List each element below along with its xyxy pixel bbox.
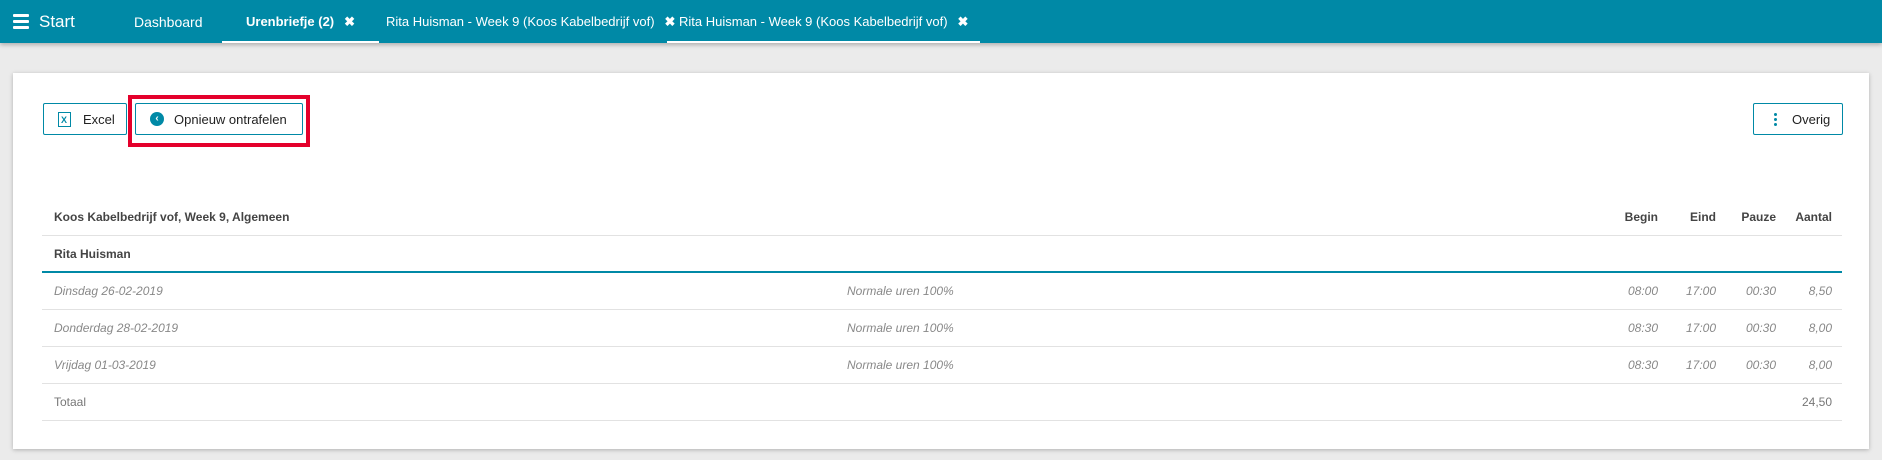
excel-button-label: Excel	[83, 111, 115, 127]
row-begin: 08:00	[1627, 284, 1658, 298]
row-day: Donderdag 28-02-2019	[54, 321, 179, 335]
tab-rita-huisman-week9-b[interactable]: Rita Huisman - Week 9 (Koos Kabelbedrijf…	[667, 0, 981, 43]
close-icon[interactable]: ✖	[958, 14, 969, 30]
column-end: Eind	[1690, 210, 1716, 224]
row-day: Dinsdag 26-02-2019	[54, 284, 163, 298]
excel-file-icon	[58, 111, 71, 127]
row-pause: 00:30	[1745, 284, 1776, 298]
tab-underline	[667, 41, 981, 43]
content-card: Excel ‹ Opnieuw ontrafelen Overig Koos K…	[13, 73, 1869, 449]
table-header-row: Koos Kabelbedrijf vof, Week 9, Algemeen …	[42, 199, 1842, 236]
row-pause: 00:30	[1745, 358, 1776, 372]
row-hour-type: Normale uren 100%	[847, 284, 954, 298]
row-end: 17:00	[1685, 358, 1716, 372]
row-end: 17:00	[1685, 284, 1716, 298]
row-hour-type: Normale uren 100%	[847, 321, 954, 335]
start-label: Start	[39, 11, 75, 31]
more-button-label: Overig	[1792, 111, 1831, 127]
total-value: 24,50	[1801, 395, 1832, 409]
start-menu-button[interactable]: Start	[13, 0, 75, 43]
top-navigation-bar: Start Dashboard Urenbriefje (2) ✖ Rita H…	[0, 0, 1882, 43]
reunravel-button-label: Opnieuw ontrafelen	[174, 111, 287, 127]
tab-label: Urenbriefje (2)	[246, 14, 335, 29]
row-count: 8,50	[1808, 284, 1832, 298]
table-row[interactable]: Donderdag 28-02-2019 Normale uren 100% 0…	[42, 310, 1842, 347]
more-vertical-icon	[1774, 111, 1778, 128]
group-header-row: Rita Huisman	[42, 236, 1842, 273]
back-circle-icon: ‹	[150, 112, 164, 126]
close-icon[interactable]: ✖	[344, 14, 355, 30]
total-row: Totaal 24,50	[42, 384, 1842, 421]
tab-label: Dashboard	[134, 13, 203, 30]
reunravel-button[interactable]: ‹ Opnieuw ontrafelen	[135, 103, 303, 135]
row-hour-type: Normale uren 100%	[847, 358, 954, 372]
row-count: 8,00	[1808, 358, 1832, 372]
row-day: Vrijdag 01-03-2019	[54, 358, 156, 372]
table-row[interactable]: Dinsdag 26-02-2019 Normale uren 100% 08:…	[42, 273, 1842, 310]
more-button[interactable]: Overig	[1753, 103, 1843, 135]
total-label: Totaal	[54, 395, 87, 409]
tab-underline	[222, 41, 380, 43]
tab-urenbriefje[interactable]: Urenbriefje (2) ✖	[222, 0, 380, 43]
group-name: Rita Huisman	[54, 247, 131, 261]
column-pause: Pauze	[1741, 210, 1776, 224]
column-begin: Begin	[1624, 210, 1658, 224]
row-begin: 08:30	[1627, 321, 1658, 335]
hamburger-menu-icon[interactable]	[13, 11, 29, 32]
table-title: Koos Kabelbedrijf vof, Week 9, Algemeen	[54, 210, 290, 224]
row-pause: 00:30	[1745, 321, 1776, 335]
excel-button[interactable]: Excel	[43, 103, 127, 135]
table-row[interactable]: Vrijdag 01-03-2019 Normale uren 100% 08:…	[42, 347, 1842, 384]
tab-label: Rita Huisman - Week 9 (Koos Kabelbedrijf…	[679, 14, 948, 29]
row-count: 8,00	[1808, 321, 1832, 335]
row-end: 17:00	[1685, 321, 1716, 335]
tab-rita-huisman-week9-a[interactable]: Rita Huisman - Week 9 (Koos Kabelbedrijf…	[386, 0, 675, 43]
tab-dashboard[interactable]: Dashboard	[134, 0, 203, 43]
column-count: Aantal	[1795, 210, 1832, 224]
row-begin: 08:30	[1627, 358, 1658, 372]
tab-label: Rita Huisman - Week 9 (Koos Kabelbedrijf…	[386, 14, 655, 29]
